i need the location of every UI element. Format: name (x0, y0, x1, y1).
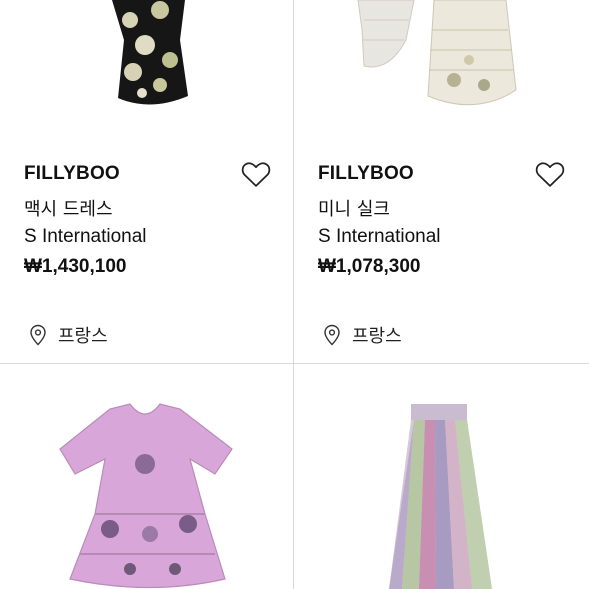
product-seller: S International (24, 226, 147, 247)
product-location: 프랑스 (28, 322, 108, 348)
location-label: 프랑스 (352, 326, 402, 347)
product-grid: FILLYBOO 맥시 드레스 S International ₩1,430,1… (0, 0, 589, 589)
product-brand: FILLYBOO (318, 163, 414, 184)
map-pin-icon (324, 324, 340, 346)
product-name: 맥시 드레스 (24, 199, 113, 220)
product-seller: S International (318, 226, 441, 247)
product-card-patchwork-skirt[interactable] (294, 364, 587, 589)
location-label: 프랑스 (58, 326, 108, 347)
product-image-white-lace-dresses[interactable] (294, 0, 587, 120)
product-location: 프랑스 (322, 322, 402, 348)
product-card-mini-silk[interactable]: FILLYBOO 미니 실크 S International ₩1,078,30… (294, 0, 587, 363)
product-image-patchwork-maxi-skirt[interactable] (294, 364, 587, 589)
product-name: 미니 실크 (318, 199, 390, 220)
map-pin-icon (30, 324, 46, 346)
heart-icon[interactable] (535, 160, 565, 188)
product-price: ₩1,430,100 (24, 256, 127, 277)
product-brand: FILLYBOO (24, 163, 120, 184)
product-price: ₩1,078,300 (318, 256, 421, 277)
product-image-pink-embroidered-dress[interactable] (0, 364, 293, 589)
product-image-black-floral-dress[interactable] (0, 0, 293, 120)
product-card-maxi-dress[interactable]: FILLYBOO 맥시 드레스 S International ₩1,430,1… (0, 0, 293, 363)
product-card-pink-dress[interactable] (0, 364, 293, 589)
heart-icon[interactable] (241, 160, 271, 188)
